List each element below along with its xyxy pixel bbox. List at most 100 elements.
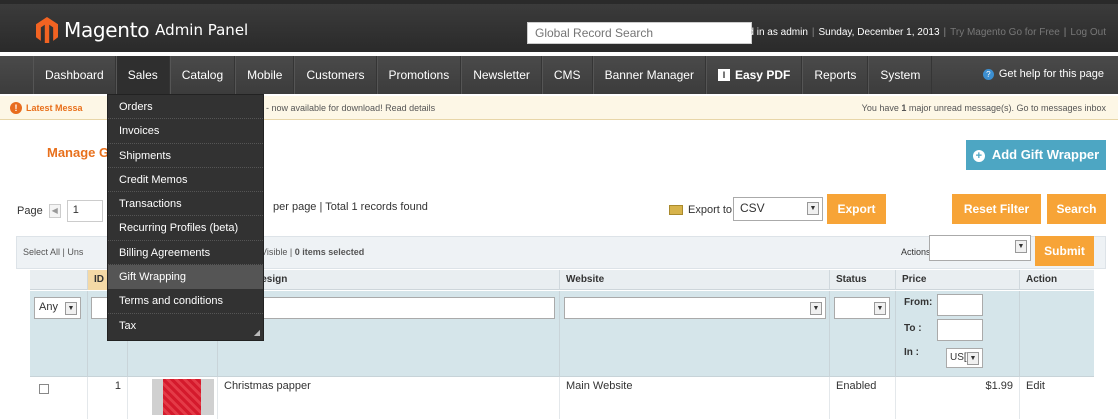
filter-cell-action [1020,291,1094,377]
export-label: Export to: [669,204,735,216]
price-from-label: From: [904,297,933,308]
menu-terms-and-conditions[interactable]: Terms and conditions [108,289,263,314]
nav-reports[interactable]: Reports [802,56,869,94]
table-row[interactable]: 1 Christmas papper Main Website Enabled … [30,377,1094,419]
col-website[interactable]: Website [560,270,830,290]
currency-select[interactable]: US[▼ [946,348,983,368]
logo[interactable]: Magento Admin Panel [36,16,248,44]
menu-invoices[interactable]: Invoices [108,119,263,144]
nav-system[interactable]: System [868,56,933,94]
nav-banner-manager[interactable]: Banner Manager [592,56,706,94]
row-edit-link[interactable]: Edit [1020,377,1094,419]
per-page-text: per page | Total 1 records found [273,201,428,213]
submit-button[interactable]: Submit [1035,236,1094,266]
logout-link[interactable]: Log Out [1070,27,1106,38]
col-action: Action [1026,274,1058,285]
filter-any-value: Any [39,301,58,313]
selected-text: items selected [299,247,365,257]
inbox-notice-pre: You have [861,103,902,113]
resize-grip-icon: ◢ [253,328,260,337]
select-all-links[interactable]: Select All | Uns [23,237,83,268]
price-to-label: To : [904,323,922,334]
warning-icon: ! [10,102,22,114]
try-magento-link[interactable]: Try Magento Go for Free [950,27,1060,38]
nav-mobile[interactable]: Mobile [235,56,295,94]
chevron-down-icon: ▼ [1015,240,1027,253]
filter-cell-status: ▼ [830,291,896,377]
menu-shipments[interactable]: Shipments [108,144,263,168]
pdf-icon: I [717,69,730,81]
nav-easy-pdf[interactable]: I Easy PDF [705,56,803,94]
select-visible-link[interactable]: Visible | [261,247,295,257]
menu-credit-memos[interactable]: Credit Memos [108,168,263,193]
actions-select[interactable]: ▼ [929,235,1031,261]
gift-wrap-thumbnail [152,379,214,415]
nav-dashboard[interactable]: Dashboard [33,56,116,94]
filter-website-select[interactable]: ▼ [564,297,826,319]
col-status[interactable]: Status [830,270,896,290]
export-format-select[interactable]: CSV ▼ [733,197,823,221]
price-from-input[interactable] [937,294,983,316]
brand-sub: Admin Panel [155,21,249,39]
page-label: Page [17,205,43,217]
filter-design-input[interactable] [221,297,555,319]
admin-page: Magento Admin Panel Logged in as admin|S… [0,0,1118,419]
menu-recurring-profiles[interactable]: Recurring Profiles (beta) [108,216,263,241]
col-price[interactable]: Price [896,270,1020,290]
filter-cell-design [218,291,560,377]
actions-label: Actions [901,247,931,257]
nav-promotions[interactable]: Promotions [376,56,462,94]
filter-cell-checkbox: Any ▼ [30,291,88,377]
export-button[interactable]: Export [827,194,886,224]
filter-cell-website: ▼ [560,291,830,377]
selection-status: Visible | 0 items selected [261,237,364,268]
nav-catalog[interactable]: Catalog [169,56,236,94]
chevron-down-icon: ▼ [874,302,886,315]
export-format-value: CSV [740,201,765,215]
nav-customers[interactable]: Customers [294,56,377,94]
export-icon [669,205,683,215]
col-checkbox [30,270,88,290]
nav-newsletter[interactable]: Newsletter [461,56,542,94]
help-icon: ? [982,68,994,80]
chevron-down-icon: ▼ [807,202,819,215]
inbox-notice[interactable]: You have 1 major unread message(s). Go t… [862,96,1106,120]
menu-tax[interactable]: Tax [108,314,263,338]
menu-transactions[interactable]: Transactions [108,192,263,217]
chevron-down-icon: ▼ [65,302,77,315]
row-checkbox-cell [30,377,88,419]
chevron-down-icon: ▼ [967,352,979,365]
logged-in-text: Logged in as admin [720,27,808,38]
row-website: Main Website [560,377,830,419]
row-checkbox[interactable] [39,384,49,394]
row-price: $1.99 [896,377,1020,419]
filter-any-select[interactable]: Any ▼ [34,297,81,319]
export-label-text: Export to: [688,204,736,216]
nav-sales[interactable]: Sales [115,56,170,94]
nav-cms[interactable]: CMS [541,56,593,94]
menu-gift-wrapping[interactable]: Gift Wrapping [108,265,263,290]
search-button[interactable]: Search [1047,194,1106,224]
top-info: Logged in as admin | Sunday, December 1, 2… [720,27,1106,38]
page-input[interactable]: 1 [66,200,103,222]
plus-icon: + [972,149,985,162]
global-search-input[interactable] [527,22,752,44]
filter-status-select[interactable]: ▼ [834,297,890,319]
prev-page-icon[interactable]: ◀ [48,204,61,218]
inbox-notice-post: major unread message(s). Go to messages … [906,103,1106,113]
price-to-input[interactable] [937,319,983,341]
menu-orders[interactable]: Orders [108,95,263,120]
chevron-down-icon: ▼ [810,302,822,315]
add-gift-wrapper-button[interactable]: + Add Gift Wrapper [966,140,1106,170]
message-text[interactable]: - now available for download! Read detai… [266,96,435,120]
reset-filter-button[interactable]: Reset Filter [952,194,1041,224]
currency-value: US[ [950,352,967,363]
price-in-label: In : [904,347,919,358]
menu-billing-agreements[interactable]: Billing Agreements [108,241,263,266]
row-design: Christmas papper [218,377,560,419]
col-design[interactable]: pping Design [218,270,560,290]
magento-logo-icon [36,17,58,43]
latest-message-label: Latest Messa [26,103,83,113]
help-link[interactable]: ? Get help for this page [982,68,1104,80]
row-id: 1 [88,377,128,419]
